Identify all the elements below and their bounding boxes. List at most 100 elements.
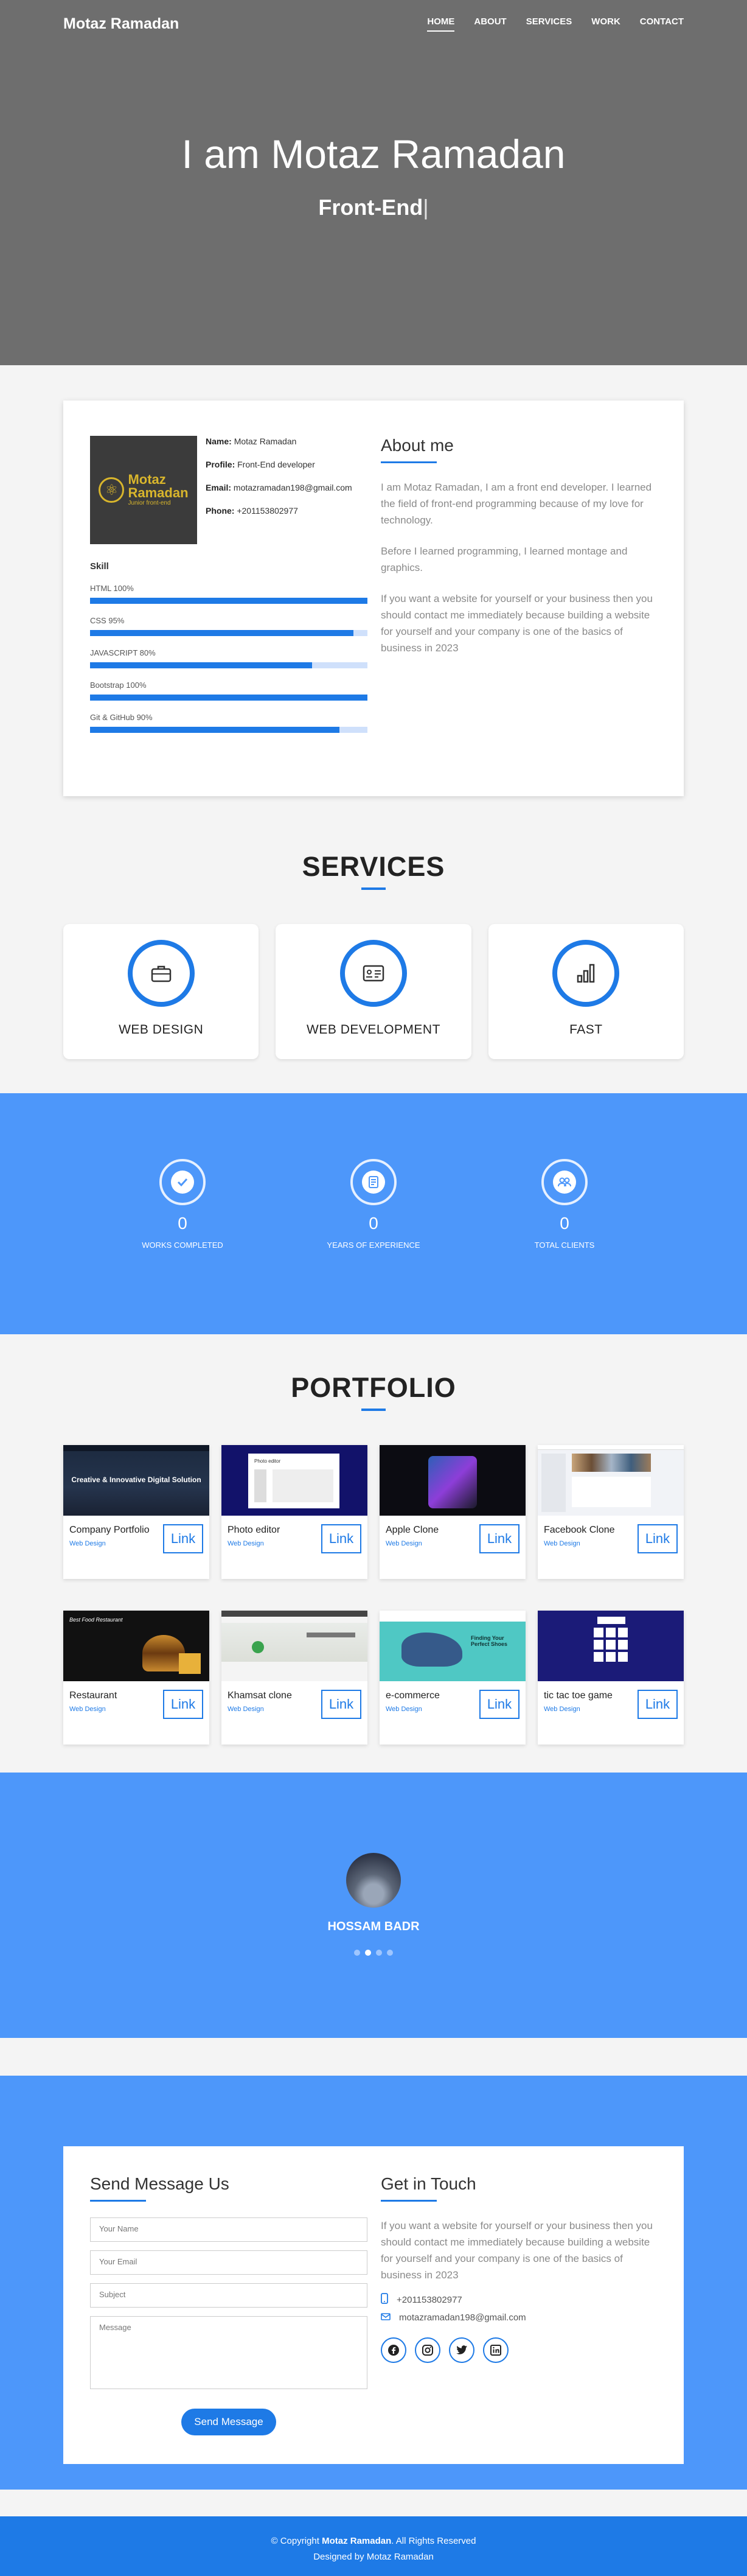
portfolio-card-body: Photo editor Web Design Link <box>221 1516 367 1553</box>
portfolio-card-body: Apple Clone Web Design Link <box>380 1516 526 1553</box>
stat-number: 0 <box>178 1214 187 1233</box>
check-icon <box>159 1159 206 1205</box>
briefcase-icon <box>127 940 195 1007</box>
about-heading: About me <box>381 436 454 455</box>
title-underline <box>361 887 386 890</box>
info-email: Email: motazramadan198@gmail.com <box>206 483 352 492</box>
about-paragraph: If you want a website for yourself or yo… <box>381 593 653 654</box>
portfolio-card-body: Khamsat clone Web Design Link <box>221 1681 367 1719</box>
avatar <box>346 1853 401 1908</box>
about-right-column: About me I am Motaz Ramadan, I am a fron… <box>381 436 657 796</box>
send-message-button[interactable]: Send Message <box>181 2409 276 2435</box>
portfolio-section: PORTFOLIO Creative & Innovative Digital … <box>0 1334 747 1773</box>
nav-link-home[interactable]: HOME <box>427 16 455 32</box>
testimonial-name: HOSSAM BADR <box>327 1920 420 1933</box>
touch-heading: Get in Touch <box>381 2174 476 2193</box>
skills-list: HTML 100% CSS 95% JAVASCRIPT 80% Bootstrap … <box>90 584 367 733</box>
email-input[interactable]: Your Email <box>90 2250 367 2275</box>
profile-logo-image: ⚛ Motaz Ramadan Junior front-end <box>90 436 197 544</box>
subject-input[interactable]: Subject <box>90 2283 367 2308</box>
skill-progress-fill <box>90 630 354 636</box>
about-card: ⚛ Motaz Ramadan Junior front-end Name: M… <box>63 401 684 796</box>
carousel-dots <box>354 1950 393 1956</box>
facebook-icon[interactable] <box>381 2337 406 2363</box>
typing-cursor: | <box>423 195 429 220</box>
instagram-icon[interactable] <box>415 2337 440 2363</box>
services-row: WEB DESIGN WEB DEVELOPMENT FAST <box>0 924 747 1059</box>
portfolio-link-button[interactable]: Link <box>479 1690 519 1719</box>
portfolio-link-button[interactable]: Link <box>163 1690 203 1719</box>
envelope-icon <box>381 2312 391 2323</box>
profile-info: Name: Motaz Ramadan Profile: Front-End d… <box>206 436 352 544</box>
service-card-web-design[interactable]: WEB DESIGN <box>63 924 259 1059</box>
portfolio-title: Khamsat clone <box>228 1690 292 1701</box>
info-profile: Profile: Front-End developer <box>206 460 315 469</box>
designed-by-line: Designed by Motaz Ramadan <box>313 2552 434 2562</box>
skill-progress-fill <box>90 695 367 701</box>
form-heading: Send Message Us <box>90 2174 229 2193</box>
portfolio-link-button[interactable]: Link <box>638 1524 678 1553</box>
portfolio-category: Web Design <box>386 1706 422 1713</box>
top-navbar: Motaz Ramadan HOME ABOUT SERVICES WORK C… <box>0 0 747 47</box>
services-section: SERVICES WEB DESIGN WEB DEVELOPMENT FAST <box>0 796 747 1093</box>
portfolio-title: PORTFOLIO <box>291 1372 456 1403</box>
service-card-fast[interactable]: FAST <box>488 924 684 1059</box>
carousel-dot[interactable] <box>354 1950 360 1956</box>
portfolio-link-button[interactable]: Link <box>321 1524 361 1553</box>
nav-link-services[interactable]: SERVICES <box>526 16 572 32</box>
skill-progress-bar <box>90 727 367 733</box>
email-address[interactable]: motazramadan198@gmail.com <box>399 2312 526 2323</box>
testimonial-section: HOSSAM BADR <box>0 1773 747 2038</box>
service-name: WEB DEVELOPMENT <box>307 1023 440 1037</box>
service-card-web-development[interactable]: WEB DEVELOPMENT <box>276 924 471 1059</box>
linkedin-icon[interactable] <box>483 2337 509 2363</box>
message-textarea[interactable]: Message <box>90 2316 367 2389</box>
phone-number[interactable]: +201153802977 <box>397 2295 462 2305</box>
nav-link-about[interactable]: ABOUT <box>474 16 506 32</box>
skill-label: Bootstrap 100% <box>90 681 147 690</box>
brand-logo[interactable]: Motaz Ramadan <box>63 15 179 33</box>
contact-section: Send Message Us Your Name Your Email Sub… <box>0 2076 747 2490</box>
skill-progress-bar <box>90 662 367 668</box>
portfolio-thumbnail: Best Food Restaurant <box>63 1611 209 1681</box>
portfolio-thumbnail <box>538 1611 684 1681</box>
people-icon <box>541 1159 588 1205</box>
stat-label: YEARS OF EXPERIENCE <box>327 1241 420 1250</box>
portfolio-card: Apple Clone Web Design Link <box>380 1445 526 1579</box>
stat-total-clients: 0 TOTAL CLIENTS <box>504 1159 625 1334</box>
portfolio-link-button[interactable]: Link <box>479 1524 519 1553</box>
portfolio-card: Photo editor Photo editor Web Design Link <box>221 1445 367 1579</box>
portfolio-thumbnail <box>221 1611 367 1681</box>
portfolio-link-button[interactable]: Link <box>321 1690 361 1719</box>
skill-label: HTML 100% <box>90 584 134 593</box>
portfolio-category: Web Design <box>544 1706 580 1713</box>
portfolio-link-button[interactable]: Link <box>638 1690 678 1719</box>
carousel-dot[interactable] <box>365 1950 371 1956</box>
skill-item: Git & GitHub 90% <box>90 713 367 733</box>
portfolio-title: Company Portfolio <box>69 1525 150 1535</box>
skill-item: JAVASCRIPT 80% <box>90 648 367 668</box>
portfolio-card: Khamsat clone Web Design Link <box>221 1611 367 1745</box>
skill-progress-fill <box>90 727 340 733</box>
carousel-dot[interactable] <box>376 1950 382 1956</box>
about-section: ⚛ Motaz Ramadan Junior front-end Name: M… <box>0 365 747 796</box>
stat-works-completed: 0 WORKS COMPLETED <box>122 1159 243 1334</box>
twitter-icon[interactable] <box>449 2337 474 2363</box>
portfolio-card-body: tic tac toe game Web Design Link <box>538 1681 684 1719</box>
footer: © Copyright Motaz Ramadan. All Rights Re… <box>0 2516 747 2576</box>
portfolio-card: Finding Your Perfect Shoes e-commerce Web … <box>380 1611 526 1745</box>
nav-link-contact[interactable]: CONTACT <box>640 16 684 32</box>
nav-link-work[interactable]: WORK <box>591 16 620 32</box>
contact-info: Get in Touch If you want a website for y… <box>381 2174 657 2464</box>
skill-progress-bar <box>90 630 367 636</box>
heading-underline <box>90 2200 146 2202</box>
name-input[interactable]: Your Name <box>90 2217 367 2242</box>
portfolio-card: tic tac toe game Web Design Link <box>538 1611 684 1745</box>
stats-section: 0 WORKS COMPLETED 0 YEARS OF EXPERIENCE … <box>0 1093 747 1334</box>
portfolio-link-button[interactable]: Link <box>163 1524 203 1553</box>
carousel-dot[interactable] <box>387 1950 393 1956</box>
portfolio-thumbnail <box>380 1445 526 1516</box>
bar-chart-icon <box>552 940 620 1007</box>
skill-label: Git & GitHub 90% <box>90 713 153 722</box>
portfolio-category: Web Design <box>69 1540 106 1547</box>
